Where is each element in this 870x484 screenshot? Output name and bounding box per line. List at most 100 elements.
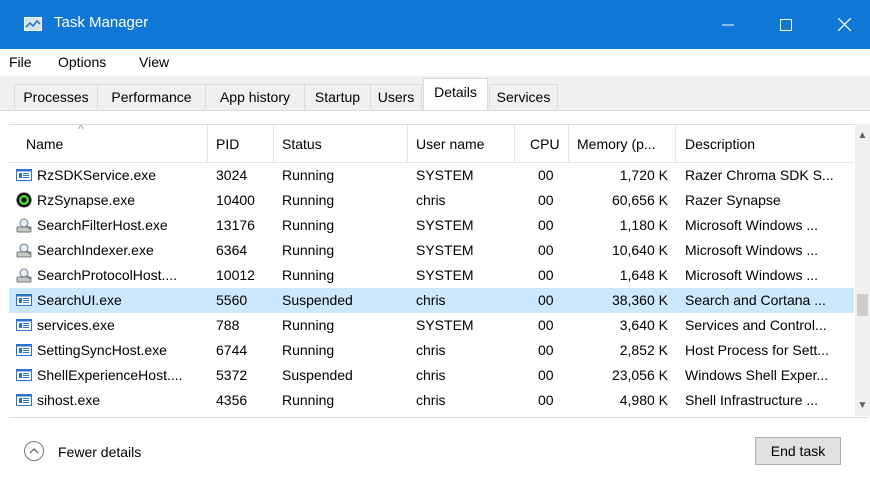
cell-user-name: chris bbox=[416, 392, 446, 408]
table-row[interactable]: services.exe 788 Running SYSTEM 00 3,640… bbox=[9, 313, 854, 338]
table-row[interactable]: SearchFilterHost.exe 13176 Running SYSTE… bbox=[9, 213, 854, 238]
vertical-scrollbar[interactable]: ▲ ▼ bbox=[855, 124, 870, 416]
cell-memory: 3,640 K bbox=[619, 317, 668, 333]
cell-user-name: SYSTEM bbox=[416, 167, 474, 183]
cell-user-name: chris bbox=[416, 292, 446, 308]
scroll-up-icon[interactable]: ▲ bbox=[855, 130, 870, 141]
cell-user-name: SYSTEM bbox=[416, 242, 474, 258]
column-header-status[interactable]: Status bbox=[282, 136, 322, 152]
column-header-memory[interactable]: Memory (p... bbox=[577, 136, 656, 152]
details-table: ^ Name PID Status User name CPU Memory (… bbox=[9, 124, 868, 418]
cell-name: SettingSyncHost.exe bbox=[37, 342, 167, 358]
column-header-description[interactable]: Description bbox=[685, 136, 755, 152]
cell-name: ShellExperienceHost.... bbox=[37, 367, 183, 383]
table-row-selected[interactable]: SearchUI.exe 5560 Suspended chris 00 38,… bbox=[9, 288, 854, 313]
cell-user-name: SYSTEM bbox=[416, 217, 474, 233]
fewer-details-toggle[interactable] bbox=[24, 441, 44, 461]
column-header-user-name[interactable]: User name bbox=[416, 136, 484, 152]
cell-user-name: SYSTEM bbox=[416, 317, 474, 333]
cell-pid: 3024 bbox=[216, 167, 248, 183]
tab-startup[interactable]: Startup bbox=[304, 84, 371, 109]
cell-description: Razer Synapse bbox=[685, 192, 781, 208]
tab-strip: Processes Performance App history Startu… bbox=[0, 76, 870, 111]
cell-pid: 13176 bbox=[216, 217, 255, 233]
cell-cpu: 00 bbox=[538, 167, 554, 183]
menu-bar: File Options View bbox=[0, 49, 870, 76]
cell-user-name: chris bbox=[416, 192, 446, 208]
cell-pid: 4356 bbox=[216, 392, 248, 408]
column-header-pid[interactable]: PID bbox=[216, 136, 239, 152]
menu-options[interactable]: Options bbox=[58, 54, 106, 70]
cell-name: SearchUI.exe bbox=[37, 292, 122, 308]
table-row[interactable]: sihost.exe 4356 Running chris 00 4,980 K… bbox=[9, 388, 854, 413]
tab-services[interactable]: Services bbox=[489, 84, 558, 109]
menu-file[interactable]: File bbox=[9, 54, 32, 70]
scroll-thumb[interactable] bbox=[857, 294, 868, 316]
table-row[interactable]: RzSDKService.exe 3024 Running SYSTEM 00 … bbox=[9, 163, 854, 188]
cell-memory: 4,980 K bbox=[619, 392, 668, 408]
minimize-button[interactable] bbox=[700, 0, 756, 49]
cell-status: Running bbox=[282, 167, 335, 183]
window-title: Task Manager bbox=[54, 14, 149, 31]
cell-cpu: 00 bbox=[538, 292, 554, 308]
cell-name: RzSDKService.exe bbox=[37, 167, 157, 183]
end-task-button[interactable]: End task bbox=[755, 437, 841, 465]
app-window-icon bbox=[16, 169, 32, 181]
table-row[interactable]: RzSynapse.exe 10400 Running chris 00 60,… bbox=[9, 188, 854, 213]
app-window-icon bbox=[16, 394, 32, 406]
cell-cpu: 00 bbox=[538, 192, 554, 208]
cell-pid: 6744 bbox=[216, 342, 248, 358]
cell-status: Running bbox=[282, 317, 335, 333]
cell-cpu: 00 bbox=[538, 317, 554, 333]
cell-memory: 1,180 K bbox=[619, 217, 668, 233]
search-service-icon bbox=[16, 268, 32, 283]
minimize-icon bbox=[722, 24, 734, 25]
table-row[interactable]: ShellExperienceHost.... 5372 Suspended c… bbox=[9, 363, 854, 388]
cell-name: RzSynapse.exe bbox=[37, 192, 136, 208]
cell-name: SearchIndexer.exe bbox=[37, 242, 154, 258]
cell-cpu: 00 bbox=[538, 217, 554, 233]
cell-description: Microsoft Windows ... bbox=[685, 242, 819, 258]
tab-performance[interactable]: Performance bbox=[97, 84, 206, 109]
cell-description: Razer Chroma SDK S... bbox=[685, 167, 834, 183]
close-button[interactable] bbox=[816, 0, 870, 49]
cell-cpu: 00 bbox=[538, 367, 554, 383]
table-row[interactable]: SearchProtocolHost.... 10012 Running SYS… bbox=[9, 263, 854, 288]
tab-users[interactable]: Users bbox=[370, 84, 422, 109]
search-service-icon bbox=[16, 243, 32, 258]
table-row[interactable]: SearchIndexer.exe 6364 Running SYSTEM 00… bbox=[9, 238, 854, 263]
task-manager-icon bbox=[24, 17, 42, 31]
title-bar[interactable]: Task Manager bbox=[0, 0, 870, 49]
cell-description: Windows Shell Exper... bbox=[685, 367, 829, 383]
cell-memory: 1,648 K bbox=[619, 267, 668, 283]
cell-user-name: SYSTEM bbox=[416, 267, 474, 283]
cell-pid: 788 bbox=[216, 317, 240, 333]
cell-cpu: 00 bbox=[538, 242, 554, 258]
column-header-name[interactable]: Name bbox=[26, 136, 63, 152]
cell-status: Suspended bbox=[282, 367, 353, 383]
cell-description: Services and Control... bbox=[685, 317, 827, 333]
maximize-button[interactable] bbox=[758, 0, 814, 49]
cell-name: SearchProtocolHost.... bbox=[37, 267, 178, 283]
tab-app-history[interactable]: App history bbox=[205, 84, 305, 109]
cell-user-name: chris bbox=[416, 342, 446, 358]
column-header-cpu[interactable]: CPU bbox=[530, 136, 560, 152]
cell-description: Microsoft Windows ... bbox=[685, 217, 819, 233]
app-window-icon bbox=[16, 294, 32, 306]
cell-memory: 38,360 K bbox=[611, 292, 668, 308]
scroll-down-icon[interactable]: ▼ bbox=[855, 400, 870, 411]
tab-processes[interactable]: Processes bbox=[14, 84, 98, 109]
maximize-icon bbox=[780, 18, 792, 31]
menu-view[interactable]: View bbox=[139, 54, 169, 70]
fewer-details-link[interactable]: Fewer details bbox=[58, 444, 141, 460]
table-row[interactable]: SettingSyncHost.exe 6744 Running chris 0… bbox=[9, 338, 854, 363]
cell-name: SearchFilterHost.exe bbox=[37, 217, 168, 233]
cell-pid: 10400 bbox=[216, 192, 255, 208]
cell-status: Running bbox=[282, 192, 335, 208]
tab-details[interactable]: Details bbox=[423, 78, 488, 110]
cell-name: sihost.exe bbox=[37, 392, 101, 408]
razer-synapse-icon bbox=[16, 192, 32, 208]
cell-description: Microsoft Windows ... bbox=[685, 267, 819, 283]
task-manager-window: Task Manager File Options View Processes… bbox=[0, 0, 870, 484]
chevron-up-icon bbox=[29, 448, 39, 454]
